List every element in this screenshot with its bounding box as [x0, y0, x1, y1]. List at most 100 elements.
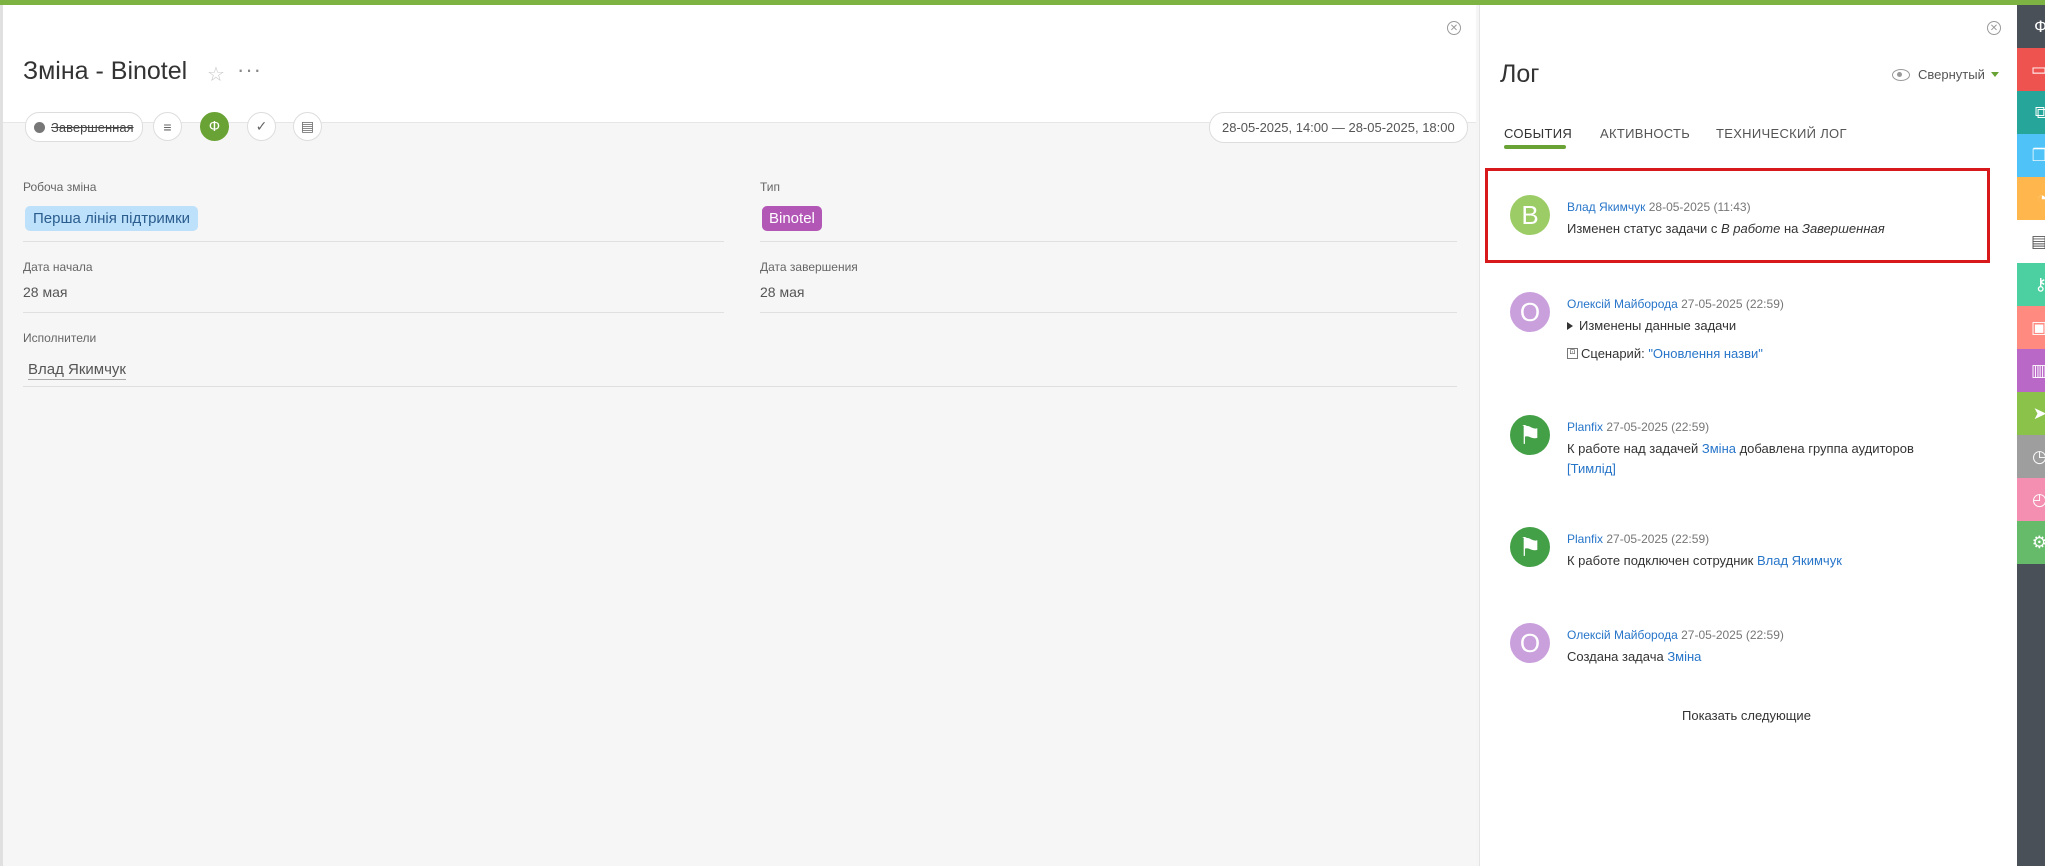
entry-text-suffix: добавлена группа аудиторов: [1735, 441, 1914, 456]
end-date-value[interactable]: 28 мая: [760, 284, 804, 300]
avatar[interactable]: O: [1510, 292, 1550, 332]
log-entry-text: Изменен статус задачи с В работе на Заве…: [1567, 221, 1885, 236]
tab-activity[interactable]: АКТИВНОСТЬ: [1600, 126, 1690, 141]
analytics-icon: ◷: [2032, 446, 2045, 466]
planfix-avatar[interactable]: ⚑: [1510, 415, 1550, 455]
log-entry-text: Создана задача Зміна: [1567, 649, 1701, 664]
active-tab-indicator: [1504, 145, 1566, 149]
script-line: ⊡ Сценарий: "Оновлення назви": [1567, 346, 1763, 361]
author-link[interactable]: Planfix: [1567, 532, 1603, 546]
entry-text: Изменены данные задачи: [1579, 318, 1737, 333]
close-log-icon[interactable]: ✕: [1987, 21, 2001, 35]
rail-item-analytics[interactable]: ◷: [2017, 435, 2045, 478]
date-range-badge[interactable]: 28-05-2025, 14:00 — 28-05-2025, 18:00: [1209, 112, 1468, 143]
rail-item-reports[interactable]: ▥: [2017, 349, 2045, 392]
rail-item-contacts[interactable]: ▣: [2017, 306, 2045, 349]
to-status: Завершенная: [1801, 221, 1885, 236]
rail-item-structure[interactable]: ⧉: [2017, 91, 2045, 134]
author-link[interactable]: Олексій Майборода: [1567, 628, 1678, 642]
user-link[interactable]: Влад Якимчук: [1757, 553, 1842, 568]
type-tag[interactable]: Binotel: [762, 206, 822, 231]
rail-item-time[interactable]: ◴: [2017, 478, 2045, 521]
status-dot-icon: [34, 121, 45, 133]
checklist-button[interactable]: ✓: [247, 112, 276, 141]
log-panel: ✕ Лог Свернутый СОБЫТИЯ АКТИВНОСТЬ ТЕХНИ…: [1479, 5, 2017, 866]
show-more-button[interactable]: Показать следующие: [1682, 708, 1811, 723]
script-link[interactable]: "Оновлення назви": [1648, 346, 1763, 361]
rail-item-log[interactable]: ▤: [2017, 220, 2045, 263]
comment-icon: ▤: [300, 118, 315, 134]
right-icon-rail: Ф ▭ ⧉ ❐ ◔ ▤ ⚷ ▣ ▥ ➤ ◷ ◴ ⚙: [2017, 5, 2045, 866]
avatar[interactable]: B: [1510, 195, 1550, 235]
task-link[interactable]: Зміна: [1702, 441, 1736, 456]
author-link[interactable]: Влад Якимчук: [1567, 200, 1645, 214]
entry-text-prefix: К работе над задачей: [1567, 441, 1702, 456]
send-icon: ➤: [2032, 403, 2045, 423]
shift-tag[interactable]: Перша лінія підтримки: [25, 206, 199, 231]
rail-item-monitor[interactable]: ▭: [2017, 48, 2045, 91]
assignee-link[interactable]: Влад Якимчук: [28, 361, 126, 380]
entry-text-prefix: Создана задача: [1567, 649, 1668, 664]
check-circle-icon: ✓: [255, 118, 268, 134]
planfix-button[interactable]: Ф: [200, 112, 229, 141]
entry-time: 27-05-2025 (22:59): [1681, 628, 1784, 642]
clipboard-icon: ▤: [2030, 231, 2045, 251]
rail-item-notifications[interactable]: ◔: [2017, 177, 2045, 220]
view-mode-dropdown[interactable]: Свернутый: [1892, 67, 1999, 82]
expand-changes-toggle[interactable]: Изменены данные задачи: [1567, 318, 1736, 333]
tab-technical-log[interactable]: ТЕХНИЧЕСКИЙ ЛОГ: [1716, 126, 1847, 141]
divider: [23, 241, 724, 242]
task-panel: ✕ Зміна - Binotel ☆ ··· Завершенная ≡ Ф …: [0, 5, 1476, 866]
rail-item-access[interactable]: ⚷: [2017, 263, 2045, 306]
rail-item-send[interactable]: ➤: [2017, 392, 2045, 435]
end-date-label: Дата завершения: [760, 260, 858, 274]
task-link[interactable]: Зміна: [1667, 649, 1701, 664]
planfix-avatar[interactable]: ⚑: [1510, 527, 1550, 567]
gear-icon: ⚙: [2031, 532, 2045, 552]
entry-text-mid: на: [1780, 221, 1802, 236]
start-date-label: Дата начала: [23, 260, 93, 274]
entry-time: 28-05-2025 (11:43): [1648, 200, 1751, 214]
chart-icon: ▥: [2030, 360, 2045, 380]
rail-item-plan[interactable]: Ф: [2017, 5, 2045, 48]
log-entry-text: К работе над задачей Зміна добавлена гру…: [1567, 441, 1914, 456]
entry-time: 27-05-2025 (22:59): [1606, 532, 1710, 546]
comments-button[interactable]: ▤: [293, 112, 322, 141]
group-link[interactable]: [Тимлід]: [1567, 461, 1616, 476]
status-badge[interactable]: Завершенная: [25, 112, 143, 142]
entry-text-prefix: К работе подключен сотрудник: [1567, 553, 1757, 568]
from-status: В работе: [1720, 221, 1781, 236]
eye-icon: [1892, 68, 1910, 81]
type-label: Тип: [760, 180, 781, 194]
page-title: Зміна - Binotel: [23, 57, 188, 85]
rail-item-settings[interactable]: ⚙: [2017, 521, 2045, 564]
plan-icon: Ф: [2034, 16, 2045, 36]
description-button[interactable]: ≡: [153, 112, 182, 141]
triangle-right-icon: [1567, 321, 1573, 330]
status-label: Завершенная: [51, 119, 134, 135]
author-link[interactable]: Planfix: [1567, 420, 1603, 434]
entry-text-prefix: Изменен статус задачи с: [1567, 221, 1721, 236]
start-date-value[interactable]: 28 мая: [23, 284, 67, 300]
more-icon[interactable]: ···: [237, 57, 262, 83]
avatar[interactable]: O: [1510, 623, 1550, 663]
log-entry-header: Planfix 27-05-2025 (22:59): [1567, 532, 1709, 546]
highlight-frame: [1485, 168, 1990, 263]
shift-label: Робоча зміна: [23, 180, 97, 194]
list-icon: ≡: [163, 118, 172, 135]
script-label: Сценарий:: [1581, 346, 1649, 361]
script-icon: ⊡: [1567, 348, 1578, 360]
contacts-icon: ▣: [2030, 317, 2045, 337]
divider: [760, 241, 1457, 242]
flag-icon: ⚑: [1518, 531, 1542, 562]
close-task-icon[interactable]: ✕: [1447, 21, 1461, 35]
tab-events[interactable]: СОБЫТИЯ: [1504, 126, 1572, 141]
author-link[interactable]: Олексій Майборода: [1567, 297, 1678, 311]
monitor-icon: ▭: [2030, 59, 2045, 79]
rail-item-files[interactable]: ❐: [2017, 134, 2045, 177]
divider: [23, 312, 724, 313]
log-entry-header: Planfix 27-05-2025 (22:59): [1567, 420, 1709, 434]
star-icon[interactable]: ☆: [207, 62, 225, 87]
bell-icon: ◔: [2036, 188, 2045, 208]
log-entry-header: Влад Якимчук 28-05-2025 (11:43): [1567, 200, 1751, 214]
